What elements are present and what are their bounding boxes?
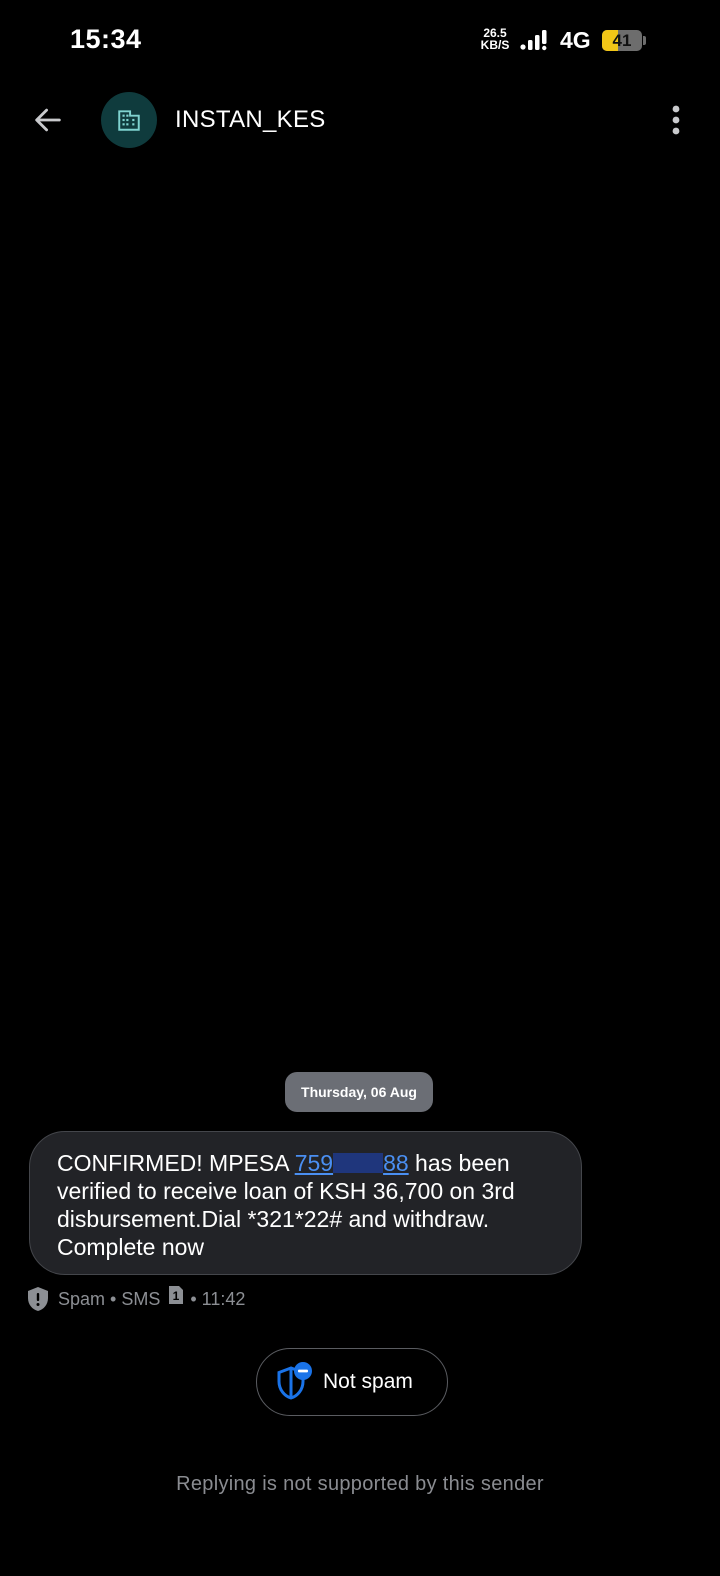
status-time: 15:34 [70, 24, 142, 54]
building-icon [118, 110, 140, 131]
meta-separator: • [110, 1288, 117, 1309]
signal-strength-icon [520, 30, 547, 51]
message-text-before: CONFIRMED! MPESA [57, 1150, 295, 1176]
spam-shield-icon [28, 1287, 48, 1311]
status-bar: 15:34 26.5 KB/S 4G 41 [0, 0, 720, 80]
battery-cap [643, 36, 646, 45]
contact-avatar[interactable] [101, 92, 157, 148]
message-channel: SMS [121, 1288, 161, 1309]
shield-remove-icon [277, 1362, 312, 1400]
sim-slot-number: 1 [173, 1289, 180, 1303]
reply-not-supported-note: Replying is not supported by this sender [176, 1473, 544, 1495]
sim-card-icon: 1 [169, 1286, 184, 1304]
redaction-block [333, 1153, 384, 1173]
message-time: 11:42 [201, 1288, 246, 1309]
battery-icon: 41 [602, 30, 642, 51]
message-category: Spam [58, 1288, 106, 1309]
back-button[interactable] [24, 96, 72, 144]
network-type: 4G [560, 27, 591, 53]
phone-link-suffix: 88 [383, 1150, 409, 1176]
message-meta: Spam • SMS 1 • 11:42 [26, 1285, 245, 1313]
date-chip: Thursday, 06 Aug [285, 1072, 433, 1112]
meta-separator-2: • [190, 1288, 197, 1309]
contact-name[interactable]: INSTAN_KES [175, 106, 326, 134]
arrow-left-icon [35, 108, 61, 132]
conversation-header: INSTAN_KES [0, 88, 720, 152]
message-phone-link[interactable]: 759 88 [295, 1150, 409, 1176]
more-vert-icon [672, 105, 680, 135]
more-options-button[interactable] [658, 96, 694, 144]
network-speed: 26.5 KB/S [478, 27, 512, 51]
not-spam-label: Not spam [323, 1370, 413, 1393]
message-bubble[interactable]: CONFIRMED! MPESA 759 88 has been verified… [29, 1131, 582, 1275]
not-spam-button[interactable]: Not spam [256, 1348, 448, 1416]
battery-level: 41 [612, 31, 632, 50]
phone-link-prefix: 759 [294, 1150, 334, 1176]
network-speed-unit: KB/S [480, 38, 510, 52]
